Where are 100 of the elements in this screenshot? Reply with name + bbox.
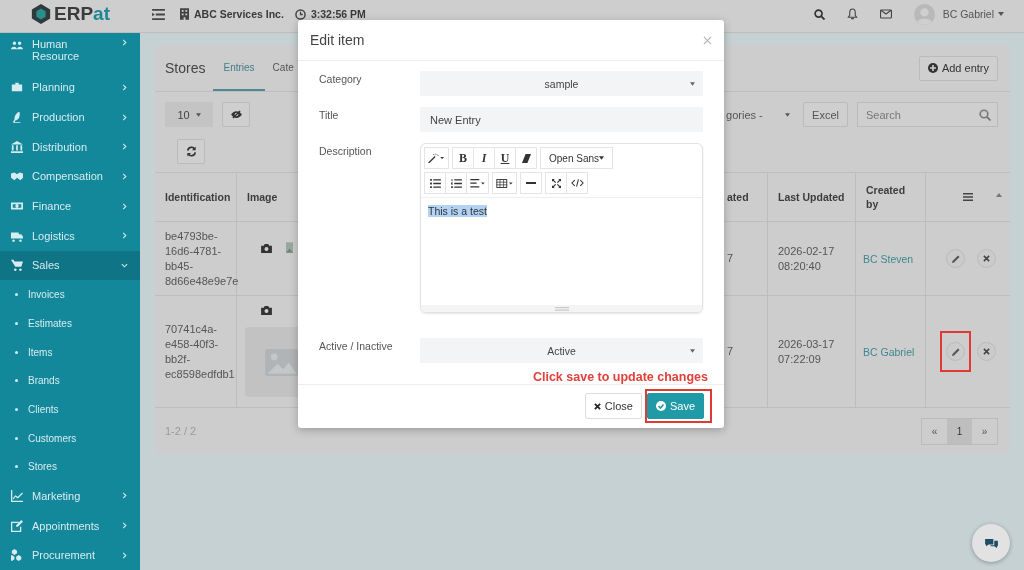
user-menu[interactable]: BC Gabriel xyxy=(942,8,994,20)
save-button[interactable]: Save xyxy=(646,393,704,419)
editor-text: This is a test xyxy=(428,205,487,217)
briefcase-icon xyxy=(11,81,23,94)
nav-subitem[interactable]: Estimates xyxy=(0,309,140,338)
edit-button[interactable] xyxy=(946,249,965,269)
columns-menu-icon[interactable] xyxy=(963,193,973,201)
chat-icon xyxy=(984,537,998,549)
page-button[interactable]: » xyxy=(972,418,997,444)
filter-text: gories - xyxy=(726,108,763,121)
field-label: Description xyxy=(319,144,373,157)
nav-subitem[interactable]: Clients xyxy=(0,395,140,424)
chat-button[interactable] xyxy=(972,524,1010,562)
people-icon xyxy=(11,39,23,51)
code-view-button[interactable] xyxy=(566,172,588,194)
nav-item[interactable]: Appointments xyxy=(0,510,140,541)
nav-subitem[interactable]: Invoices xyxy=(0,280,140,309)
nav-item[interactable]: Production xyxy=(0,102,140,132)
close-button[interactable]: Close xyxy=(584,393,642,419)
caret-icon xyxy=(599,156,605,160)
eraser-button[interactable] xyxy=(515,147,537,169)
table-cell: 2026-02-17 08:20:40 xyxy=(768,222,856,296)
nav-label: Distribution xyxy=(32,140,89,153)
caret-icon xyxy=(690,348,695,353)
bell-icon[interactable] xyxy=(846,8,858,20)
style-button[interactable] xyxy=(424,147,449,169)
tab[interactable]: Entries xyxy=(213,45,265,91)
chevron-right-icon xyxy=(121,202,128,210)
excel-button[interactable]: Excel xyxy=(803,102,848,127)
fullscreen-icon xyxy=(551,178,561,188)
nav-subitem[interactable]: Items xyxy=(0,337,140,367)
caret-icon[interactable] xyxy=(998,12,1004,16)
camera-icon[interactable] xyxy=(261,306,272,316)
nav-label: Human Resource xyxy=(32,38,81,62)
search-field[interactable]: Search xyxy=(857,102,998,127)
chevron-right-icon xyxy=(121,522,128,530)
cubes-icon xyxy=(11,549,23,562)
search-input[interactable]: Search xyxy=(864,107,979,122)
close-icon xyxy=(593,402,601,410)
delete-button[interactable] xyxy=(977,342,996,362)
font-select[interactable]: Open Sans xyxy=(540,147,614,169)
category-filter[interactable]: gories - xyxy=(726,108,795,121)
resize-handle-icon[interactable] xyxy=(554,306,569,311)
page-button[interactable]: 1 xyxy=(947,418,972,444)
close-icon xyxy=(983,348,990,356)
user-link[interactable]: BC Gabriel xyxy=(856,296,926,408)
format-button[interactable]: B xyxy=(452,147,474,169)
menu-icon[interactable] xyxy=(152,8,165,20)
dialog-title: Edit item xyxy=(310,32,365,48)
nav-subitem[interactable]: Stores xyxy=(0,452,140,482)
nav-label: Planning xyxy=(32,81,76,94)
table-button[interactable] xyxy=(492,172,517,194)
page-title: Stores xyxy=(165,60,206,76)
clock-icon xyxy=(294,8,306,20)
field-label: Title xyxy=(319,108,340,121)
numbered-list-icon xyxy=(450,178,462,188)
add-entry-button[interactable]: Add entry xyxy=(918,55,998,81)
nav-item[interactable]: Marketing xyxy=(0,481,140,511)
user-link[interactable]: BC Steven xyxy=(856,222,926,296)
align-button[interactable] xyxy=(466,172,489,194)
edit-button[interactable] xyxy=(946,342,965,362)
logo-text: ERPat xyxy=(54,3,110,25)
nav-item[interactable]: Sales xyxy=(0,250,140,281)
nav-item[interactable]: Finance xyxy=(0,191,140,221)
tab[interactable]: Cate xyxy=(272,45,302,91)
nav-item[interactable]: Procurement xyxy=(0,540,140,570)
align-icon xyxy=(470,178,485,188)
nav-label: Sales xyxy=(32,259,61,272)
format-button[interactable]: U xyxy=(494,147,516,169)
refresh-button[interactable] xyxy=(177,139,205,164)
caret-icon xyxy=(195,112,201,117)
mail-icon[interactable] xyxy=(879,9,892,19)
nav-item[interactable]: Distribution xyxy=(0,131,140,162)
nav-label: Production xyxy=(32,111,86,124)
page-button[interactable]: « xyxy=(922,418,947,444)
fullscreen-button[interactable] xyxy=(545,172,567,194)
search-icon[interactable] xyxy=(813,8,825,20)
bullet-list-button[interactable] xyxy=(424,172,446,194)
format-button[interactable]: I xyxy=(473,147,495,169)
input-field[interactable]: New Entry xyxy=(420,107,703,132)
logo-icon xyxy=(30,3,52,25)
chevron-right-icon xyxy=(121,492,128,500)
note-icon xyxy=(11,519,23,532)
camera-icon[interactable] xyxy=(261,244,272,253)
select-field[interactable]: Active xyxy=(420,338,703,363)
nav-item[interactable]: Human Resource xyxy=(0,33,140,73)
nav-item[interactable]: Logistics xyxy=(0,221,140,251)
rule-button[interactable] xyxy=(520,172,542,194)
visibility-button[interactable] xyxy=(222,102,250,127)
delete-button[interactable] xyxy=(977,249,996,269)
select-field[interactable]: sample xyxy=(420,71,703,96)
column-header: Last Updated xyxy=(768,173,856,221)
page-size-select[interactable]: 10 xyxy=(165,102,213,127)
feather-icon xyxy=(11,111,23,124)
nav-item[interactable]: Compensation xyxy=(0,161,140,192)
nav-subitem[interactable]: Brands xyxy=(0,366,140,395)
nav-item[interactable]: Planning xyxy=(0,72,140,103)
sort-up-icon[interactable] xyxy=(996,193,1002,197)
numbered-list-button[interactable] xyxy=(445,172,467,194)
nav-subitem[interactable]: Customers xyxy=(0,423,140,453)
